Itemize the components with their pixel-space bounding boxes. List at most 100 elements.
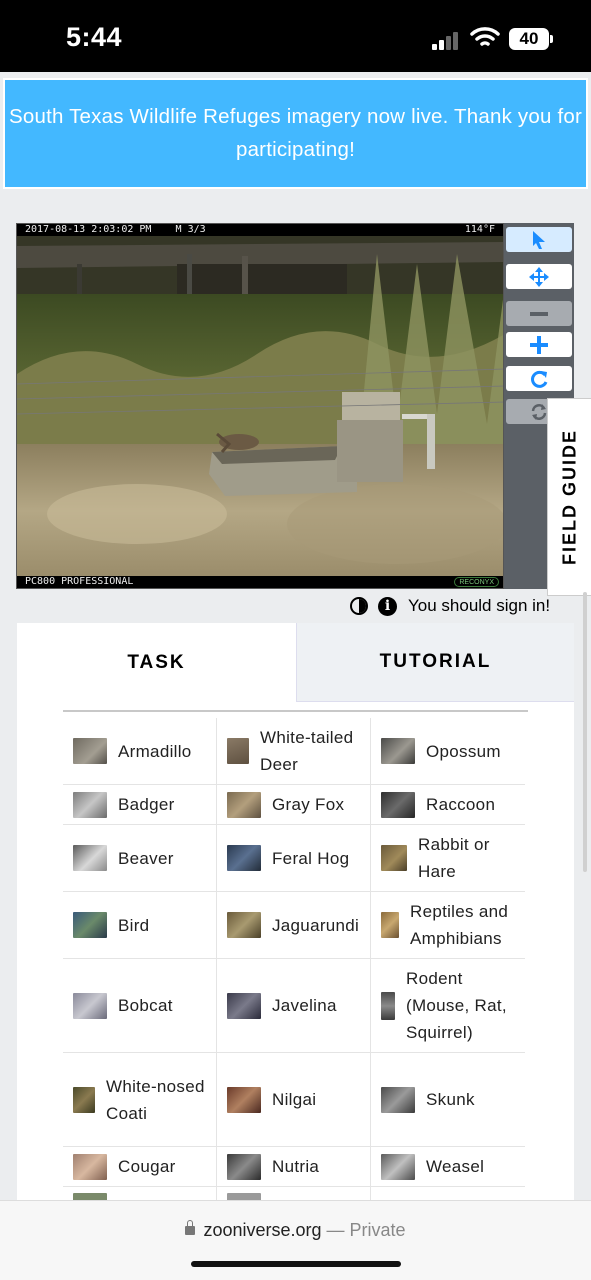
cell-signal-icon	[432, 30, 462, 50]
choice-label: Gray Fox	[272, 795, 345, 814]
choice-badger[interactable]: Badger	[63, 785, 217, 824]
jaguarundi-thumbnail	[227, 912, 261, 938]
task-panel: TASK TUTORIAL Armadillo White-tailed Dee…	[17, 623, 574, 1223]
move-tool-button[interactable]	[506, 264, 572, 289]
choice-row: Bird Jaguarundi Reptiles and Amphibians	[63, 892, 525, 959]
choice-label: Rabbit or Hare	[418, 835, 490, 881]
choice-label: Opossum	[426, 741, 501, 761]
choice-label: Bird	[118, 915, 150, 935]
camera-temperature: 114°F	[464, 224, 495, 235]
choice-label: Badger	[118, 795, 175, 814]
reset-icon	[531, 403, 547, 420]
choice-rabbit-or-hare[interactable]: Rabbit or Hare	[371, 825, 525, 891]
choice-rodent[interactable]: Rodent (Mouse, Rat, Squirrel)	[371, 959, 525, 1052]
camera-model: PC800 PROFESSIONAL	[25, 576, 134, 587]
choice-javelina[interactable]: Javelina	[217, 959, 371, 1052]
bird-thumbnail	[73, 912, 107, 938]
choice-jaguarundi[interactable]: Jaguarundi	[217, 892, 371, 958]
cougar-thumbnail	[73, 1153, 107, 1180]
bobcat-thumbnail	[73, 992, 107, 1019]
camera-model-bar: PC800 PROFESSIONAL RECONYX	[17, 576, 503, 588]
rotate-icon	[531, 370, 548, 388]
rodent-thumbnail	[381, 991, 395, 1020]
camera-info-bar: 2017-08-13 2:03:02 PM M 3/3 114°F	[17, 224, 503, 236]
choice-bird[interactable]: Bird	[63, 892, 217, 958]
badger-thumbnail	[73, 791, 107, 818]
contrast-icon[interactable]	[350, 597, 368, 615]
divider	[63, 710, 528, 712]
field-guide-label: FIELD GUIDE	[559, 428, 579, 566]
choice-opossum[interactable]: Opossum	[371, 718, 525, 784]
choice-feral-hog[interactable]: Feral Hog	[217, 825, 371, 891]
choice-row: Cougar Nutria Weasel	[63, 1147, 525, 1187]
url-display[interactable]: zooniverse.org — Private	[0, 1220, 591, 1241]
status-time: 5:44	[66, 22, 123, 52]
choice-row: Bobcat Javelina Rodent (Mouse, Rat, Squi…	[63, 959, 525, 1053]
choice-label: Nilgai	[272, 1090, 317, 1109]
choice-row: Beaver Feral Hog Rabbit or Hare	[63, 825, 525, 892]
move-icon	[529, 266, 549, 287]
browser-address-bar[interactable]: zooniverse.org — Private	[0, 1200, 591, 1280]
nilgai-thumbnail	[227, 1086, 261, 1113]
announcement-banner: South Texas Wildlife Refuges imagery now…	[3, 78, 588, 189]
weasel-thumbnail	[381, 1153, 415, 1180]
choice-bobcat[interactable]: Bobcat	[63, 959, 217, 1052]
choice-row: Armadillo White-tailed Deer Opossum	[63, 718, 525, 785]
choice-gray-fox[interactable]: Gray Fox	[217, 785, 371, 824]
rotate-button[interactable]	[506, 366, 572, 391]
species-choice-grid: Armadillo White-tailed Deer Opossum Badg…	[63, 718, 525, 1217]
choice-row: Badger Gray Fox Raccoon	[63, 785, 525, 825]
choice-nutria[interactable]: Nutria	[217, 1147, 371, 1186]
status-bar: 5:44 40	[0, 0, 591, 72]
choice-nilgai[interactable]: Nilgai	[217, 1053, 371, 1146]
choice-armadillo[interactable]: Armadillo	[63, 718, 217, 784]
scrollbar[interactable]	[583, 592, 587, 872]
tab-tutorial[interactable]: TUTORIAL	[296, 623, 574, 702]
rabbit-thumbnail	[381, 845, 407, 871]
choice-weasel[interactable]: Weasel	[371, 1147, 525, 1186]
choice-white-nosed-coati[interactable]: White-nosed Coati	[63, 1053, 217, 1146]
beaver-thumbnail	[73, 845, 107, 871]
camera-timestamp: 2017-08-13 2:03:02 PM	[25, 224, 152, 235]
skunk-thumbnail	[381, 1086, 415, 1113]
choice-label: Raccoon	[426, 795, 496, 814]
zoom-out-icon	[530, 311, 548, 316]
pointer-icon	[533, 230, 545, 249]
nutria-thumbnail	[227, 1153, 261, 1180]
raccoon-thumbnail	[381, 791, 415, 818]
url-domain: zooniverse.org	[203, 1220, 322, 1240]
choice-skunk[interactable]: Skunk	[371, 1053, 525, 1146]
choice-label: White-nosed Coati	[106, 1076, 205, 1123]
choice-label: Reptiles and Amphibians	[410, 902, 509, 948]
zoom-out-button[interactable]	[506, 301, 572, 326]
choice-cougar[interactable]: Cougar	[63, 1147, 217, 1186]
gray-fox-thumbnail	[227, 791, 261, 818]
choice-reptiles-and-amphibians[interactable]: Reptiles and Amphibians	[371, 892, 525, 958]
page-content: South Texas Wildlife Refuges imagery now…	[0, 72, 591, 1223]
choice-row: White-nosed Coati Nilgai Skunk	[63, 1053, 525, 1147]
zoom-in-button[interactable]	[506, 332, 572, 357]
choice-label: Rodent (Mouse, Rat, Squirrel)	[406, 969, 507, 1042]
choice-label: Armadillo	[118, 741, 192, 761]
subject-image[interactable]: 2017-08-13 2:03:02 PM M 3/3 114°F PC800 …	[16, 223, 504, 589]
tab-task[interactable]: TASK	[17, 623, 296, 702]
armadillo-thumbnail	[73, 738, 107, 764]
choice-label: Beaver	[118, 848, 174, 868]
pointer-tool-button[interactable]	[506, 227, 572, 252]
info-icon[interactable]: i	[378, 597, 397, 616]
choice-white-tailed-deer[interactable]: White-tailed Deer	[217, 718, 371, 784]
choice-label: Bobcat	[118, 996, 173, 1015]
home-indicator[interactable]	[191, 1261, 401, 1267]
choice-raccoon[interactable]: Raccoon	[371, 785, 525, 824]
private-label: — Private	[326, 1220, 406, 1240]
battery-icon: 40	[509, 28, 549, 50]
sign-in-text: You should sign in!	[408, 596, 551, 615]
choice-label: Feral Hog	[272, 848, 350, 868]
choice-label: Javelina	[272, 996, 337, 1015]
field-guide-tab[interactable]: FIELD GUIDE	[547, 398, 591, 596]
camera-frame: M 3/3	[175, 224, 206, 235]
choice-beaver[interactable]: Beaver	[63, 825, 217, 891]
reptile-thumbnail	[381, 912, 399, 938]
feral-hog-thumbnail	[227, 845, 261, 871]
wifi-icon	[470, 27, 500, 46]
